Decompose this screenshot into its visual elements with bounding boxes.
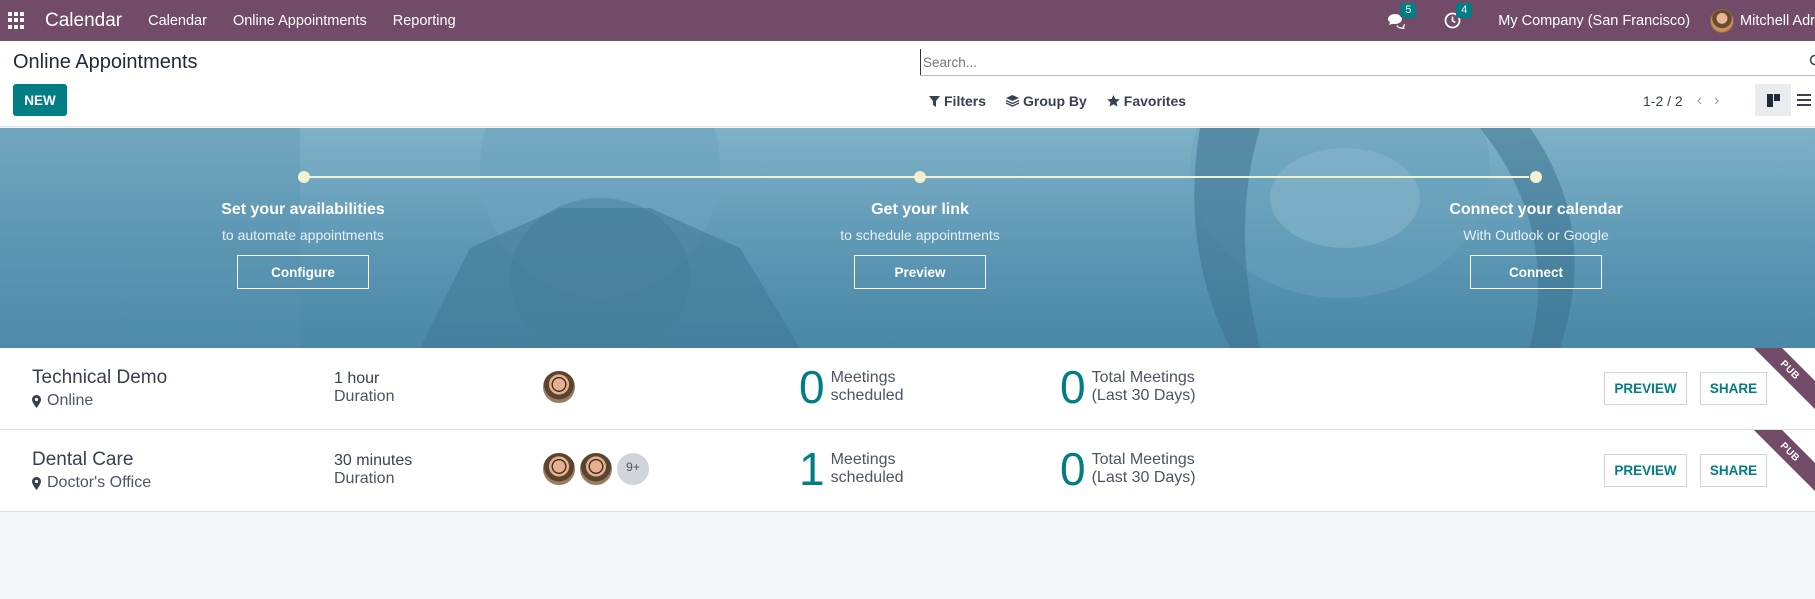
step-subtitle: to schedule appointments [840,227,1000,243]
total-count: 0 [1060,361,1086,413]
preview-button[interactable]: PREVIEW [1604,454,1687,487]
preview-button[interactable]: PREVIEW [1604,372,1687,405]
pager-previous-icon[interactable]: ‹ [1697,92,1702,110]
pager-next-icon[interactable]: › [1714,92,1719,110]
activities-button[interactable]: 4 [1442,2,1473,31]
apps-menu-icon[interactable] [8,12,25,29]
connect-button[interactable]: Connect [1470,255,1602,289]
staff-avatars: 9+ [541,451,651,487]
preview-link-button[interactable]: Preview [854,255,986,289]
groupby-toggle[interactable]: Group By [1006,93,1087,109]
favorites-toggle[interactable]: Favorites [1106,93,1187,109]
filter-icon [929,95,940,107]
step-1-dot [298,171,310,183]
meetings-count: 0 [799,361,825,413]
total-meetings-stat[interactable]: 0 Total Meetings (Last 30 Days) [1060,363,1196,411]
onboarding-banner: Set your availabilities to automate appo… [0,128,1815,348]
duration-value: 30 minutes [334,452,413,469]
filters-toggle[interactable]: Filters [929,93,986,109]
appointment-location: Doctor's Office [32,474,151,492]
step-title: Set your availabilities [221,201,385,218]
meetings-scheduled-stat[interactable]: 0 Meetings scheduled [799,363,904,411]
company-switcher[interactable]: My Company (San Francisco) [1498,13,1690,29]
share-button[interactable]: SHARE [1700,372,1767,405]
configure-button[interactable]: Configure [237,255,369,289]
staff-avatar [578,451,614,487]
appointment-name: Dental Care [32,449,134,470]
list-icon [1797,94,1811,106]
scheduled-label: scheduled [830,469,904,486]
meetings-label: Meetings [830,451,896,468]
appointment-location: Online [32,392,93,410]
menu-reporting[interactable]: Reporting [393,13,456,29]
layers-icon [1006,95,1020,107]
step-connect-calendar: Connect your calendar With Outlook or Go… [1406,201,1666,289]
groupby-label: Group By [1023,93,1087,109]
staff-avatars [541,369,578,405]
messages-button[interactable]: 5 [1386,2,1417,31]
appointment-name: Technical Demo [32,367,168,388]
messages-count-badge: 5 [1400,2,1417,18]
top-navbar: Calendar Calendar Online Appointments Re… [0,0,1815,41]
filters-label: Filters [944,93,987,109]
step-title: Connect your calendar [1449,201,1623,218]
staff-avatar [541,451,577,487]
kanban-icon [1766,93,1780,107]
map-marker-icon [32,476,41,490]
step-subtitle: With Outlook or Google [1463,227,1609,243]
user-avatar[interactable] [1710,8,1735,33]
search-options: Filters Group By Favorites [929,93,1206,109]
pager-value[interactable]: 1-2 / 2 [1643,93,1683,109]
progress-line-1 [303,176,915,178]
total-meetings-label: Total Meetings [1091,369,1195,386]
control-panel: Online Appointments NEW Filters Group By… [0,41,1815,127]
period-label: (Last 30 Days) [1091,469,1196,486]
meetings-label: Meetings [830,369,896,386]
step-title: Get your link [871,201,969,218]
share-button[interactable]: SHARE [1700,454,1767,487]
duration-label: Duration [334,388,395,405]
star-icon [1106,95,1120,107]
appointment-record[interactable]: Dental Care Doctor's Office 30 minutes D… [0,430,1815,512]
map-marker-icon [32,394,41,408]
page-title: Online Appointments [13,51,198,73]
more-staff-badge[interactable]: 9+ [615,451,651,487]
search-icon[interactable] [1809,54,1815,71]
period-label: (Last 30 Days) [1091,387,1196,404]
app-brand[interactable]: Calendar [45,10,122,32]
meetings-count: 1 [799,443,825,495]
location-label: Doctor's Office [47,474,152,491]
new-button[interactable]: NEW [13,84,67,116]
meetings-scheduled-stat[interactable]: 1 Meetings scheduled [799,445,904,493]
step-availabilities: Set your availabilities to automate appo… [173,201,433,289]
appointment-duration: 1 hour Duration [334,370,394,406]
search-input[interactable] [920,49,1815,75]
appointment-duration: 30 minutes Duration [334,452,412,488]
step-link: Get your link to schedule appointments P… [790,201,1050,289]
step-2-dot [914,171,926,183]
pager: 1-2 / 2 ‹ › [1643,92,1719,110]
step-3-dot [1530,171,1542,183]
duration-value: 1 hour [334,370,380,387]
location-label: Online [47,392,94,409]
total-count: 0 [1060,443,1086,495]
staff-avatar [541,369,577,405]
progress-line-2 [921,176,1529,178]
appointment-record[interactable]: Technical Demo Online 1 hour Duration 0 … [0,348,1815,430]
list-view-button[interactable] [1797,84,1815,116]
search-bar [920,49,1815,76]
total-meetings-stat[interactable]: 0 Total Meetings (Last 30 Days) [1060,445,1196,493]
menu-online-appointments[interactable]: Online Appointments [233,13,367,29]
user-menu[interactable]: Mitchell Adr [1740,13,1815,29]
kanban-view-button[interactable] [1755,84,1791,116]
menu-calendar[interactable]: Calendar [148,13,207,29]
duration-label: Duration [334,470,395,487]
total-meetings-label: Total Meetings [1091,451,1195,468]
step-subtitle: to automate appointments [222,227,384,243]
activities-count-badge: 4 [1456,2,1473,18]
scheduled-label: scheduled [830,387,904,404]
favorites-label: Favorites [1123,93,1187,109]
